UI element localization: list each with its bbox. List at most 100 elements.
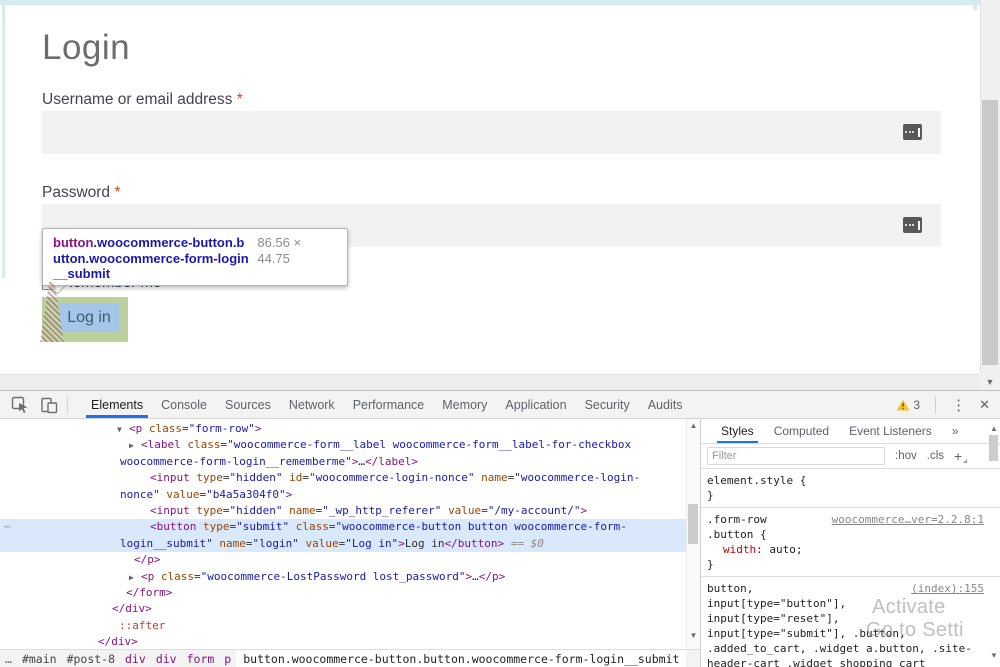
code-line[interactable]: <input type="hidden" name="_wp_http_refe… [0, 503, 686, 519]
text-cursor-icon[interactable] [903, 217, 922, 233]
css-selector[interactable]: input[type="button"], [707, 596, 1000, 611]
toggle-hover-state-button[interactable]: :hov [895, 450, 917, 462]
tab-network[interactable]: Network [280, 391, 344, 418]
breadcrumb-item[interactable]: #post-8 [62, 650, 120, 667]
breadcrumb-selected[interactable]: button.woocommerce-button.button.woocomm… [236, 650, 686, 667]
page-border-left [2, 0, 5, 278]
tooltip-class: utton.woocommerce-form-login [53, 251, 257, 267]
tab-sources[interactable]: Sources [216, 391, 280, 418]
toolbar-separator [67, 396, 68, 414]
tooltip-class: .woocommerce-button.b [93, 235, 244, 250]
code-line[interactable]: ▶<label class="woocommerce-form__label w… [0, 437, 686, 453]
tab-memory[interactable]: Memory [433, 391, 496, 418]
inspect-element-icon[interactable] [11, 396, 29, 414]
more-options-icon[interactable]: ⋮ [942, 396, 975, 414]
code-line[interactable]: ⋯<button type="submit" class="woocommerc… [0, 519, 686, 535]
css-selector[interactable]: input[type="reset"], [707, 611, 1000, 626]
toolbar-right: 3 ⋮ ✕ [896, 391, 1000, 418]
dom-breadcrumbs: …#main#post-8divdivformpbutton.woocommer… [0, 649, 700, 667]
css-property[interactable]: width: auto; [707, 542, 1000, 557]
stylesheet-link[interactable]: (index):155 [911, 581, 984, 596]
css-selector[interactable]: input[type="submit"], .button, [707, 626, 1000, 641]
password-label-text: Password [42, 184, 110, 201]
breadcrumb-item[interactable]: p [219, 650, 236, 667]
warnings-badge[interactable]: 3 [896, 398, 920, 412]
device-toolbar-icon[interactable] [40, 396, 58, 414]
breadcrumb-item[interactable]: form [182, 650, 220, 667]
devtools-tabs: ElementsConsoleSourcesNetworkPerformance… [82, 391, 691, 418]
more-tabs-icon[interactable]: » [942, 419, 969, 443]
css-selector[interactable]: header-cart .widget_shopping_cart [707, 656, 1000, 667]
code-line[interactable]: nonce" value="b4a5a304f0"> [0, 487, 686, 503]
sidebar-tabs: StylesComputedEvent Listeners» [701, 419, 1000, 444]
css-selector[interactable]: .button { [707, 527, 1000, 542]
close-icon[interactable]: ✕ [975, 397, 1000, 413]
username-input[interactable] [42, 111, 941, 154]
breadcrumb-item[interactable]: div [120, 650, 151, 667]
toolbar-separator [935, 396, 936, 414]
styles-filter-input[interactable] [707, 447, 885, 465]
tab-console[interactable]: Console [152, 391, 216, 418]
code-line[interactable]: ::after [0, 618, 686, 634]
code-line[interactable]: </form> [0, 585, 686, 601]
code-line[interactable]: </p> [0, 552, 686, 568]
css-rule: woocommerce…ver=2.2.8:1.form-row.button … [701, 508, 1000, 577]
styles-filter-row: :hov .cls + [701, 444, 1000, 469]
scroll-up-arrow-icon[interactable]: ▲ [988, 424, 1000, 433]
sidebar-tab-styles[interactable]: Styles [711, 419, 764, 443]
breadcrumb-item[interactable]: … [0, 650, 17, 667]
tab-performance[interactable]: Performance [344, 391, 434, 418]
tab-security[interactable]: Security [576, 391, 639, 418]
css-rule-close: } [707, 557, 1000, 572]
elements-scrollbar-thumb[interactable] [688, 504, 698, 544]
tab-application[interactable]: Application [496, 391, 575, 418]
required-asterisk: * [114, 184, 120, 201]
elements-tree: ▼<p class="form-row">▶<label class="wooc… [0, 419, 686, 649]
code-line[interactable]: </div> [0, 601, 686, 617]
vertical-scrollbar-thumb[interactable] [982, 100, 998, 365]
text-cursor-icon[interactable] [903, 124, 922, 140]
tooltip-selector: button.woocommerce-button.b utton.woocom… [53, 235, 257, 279]
stylesheet-link[interactable]: woocommerce…ver=2.2.8:1 [832, 512, 984, 527]
page-border-top [0, 0, 980, 5]
login-button-label: Log in [59, 303, 119, 332]
screenshot: Login Username or email address * Passwo… [0, 0, 1000, 667]
horizontal-scrollbar[interactable] [0, 374, 980, 390]
warning-count: 3 [913, 398, 920, 412]
sidebar-tab-event-listeners[interactable]: Event Listeners [839, 419, 942, 443]
code-line[interactable]: <input type="hidden" id="woocommerce-log… [0, 470, 686, 486]
tab-elements[interactable]: Elements [82, 391, 152, 418]
required-asterisk: * [237, 91, 243, 108]
toggle-class-button[interactable]: .cls [927, 450, 944, 462]
page-border-right [973, 0, 977, 10]
username-label-text: Username or email address [42, 91, 232, 108]
scroll-down-arrow-icon[interactable]: ▼ [988, 651, 1000, 660]
code-line[interactable]: </div> [0, 634, 686, 649]
browser-page: Login Username or email address * Passwo… [0, 0, 1000, 390]
tooltip-tag: button [53, 235, 93, 250]
css-rules: element.style {}woocommerce…ver=2.2.8:1.… [701, 469, 1000, 667]
scroll-down-arrow-icon[interactable]: ▼ [980, 373, 1000, 390]
tab-audits[interactable]: Audits [639, 391, 692, 418]
breadcrumb-item[interactable]: #main [17, 650, 62, 667]
new-style-rule-button[interactable]: + [954, 448, 962, 464]
more-actions-icon[interactable]: ⋯ [4, 519, 10, 535]
css-selector[interactable]: .added_to_cart, .widget a.button, .site- [707, 641, 1000, 656]
password-label: Password * [42, 184, 120, 202]
code-line[interactable]: woocommerce-form-login__rememberme">…</l… [0, 454, 686, 470]
username-label: Username or email address * [42, 91, 243, 109]
code-line[interactable]: login__submit" name="login" value="Log i… [0, 536, 686, 552]
breadcrumb-item[interactable]: div [151, 650, 182, 667]
css-rule: element.style {} [701, 469, 1000, 508]
scroll-down-arrow-icon[interactable]: ▼ [687, 631, 700, 640]
tooltip-class: __submit [53, 266, 257, 282]
devtools-panel: ElementsConsoleSourcesNetworkPerformance… [0, 390, 1000, 667]
sidebar-tab-computed[interactable]: Computed [764, 419, 839, 443]
css-selector[interactable]: element.style { [707, 473, 1000, 488]
code-line[interactable]: ▼<p class="form-row"> [0, 421, 686, 437]
tooltip-dimensions: 86.56 × 44.75 [257, 235, 337, 279]
scroll-up-arrow-icon[interactable]: ▲ [687, 421, 700, 430]
styles-scrollbar-thumb[interactable] [989, 435, 998, 461]
devtools-toolbar: ElementsConsoleSourcesNetworkPerformance… [0, 391, 1000, 419]
code-line[interactable]: ▶<p class="woocommerce-LostPassword lost… [0, 569, 686, 585]
